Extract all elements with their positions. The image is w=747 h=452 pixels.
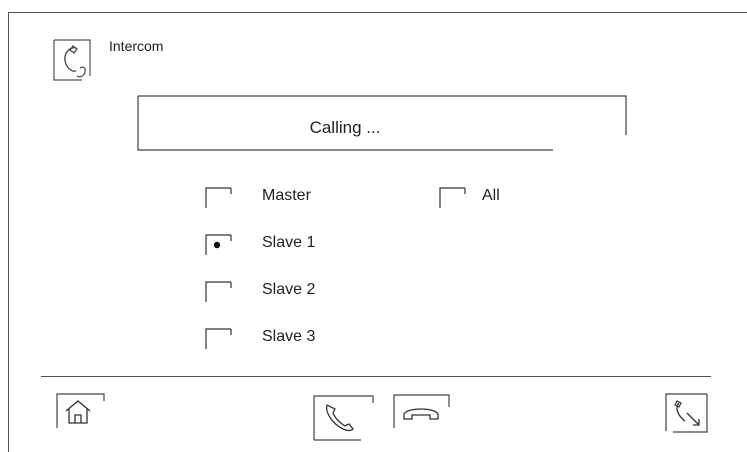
option-label: Master xyxy=(262,187,311,204)
radio-all[interactable] xyxy=(439,186,473,210)
intercom-screen xyxy=(8,12,747,452)
radio-slave-3[interactable] xyxy=(205,327,239,351)
selected-dot-icon xyxy=(213,241,221,249)
option-label: Slave 2 xyxy=(262,281,316,298)
radio-master[interactable] xyxy=(205,186,239,210)
toolbar-divider xyxy=(41,376,711,377)
option-label: Slave 1 xyxy=(262,234,316,251)
radio-slave-2[interactable] xyxy=(205,280,239,304)
option-label: All xyxy=(482,187,500,204)
transfer-call-icon xyxy=(674,400,700,426)
transfer-button[interactable] xyxy=(665,393,711,433)
hang-up-icon xyxy=(403,408,439,420)
call-button[interactable] xyxy=(313,393,375,441)
radio-slave-1[interactable] xyxy=(205,233,239,257)
option-label: Slave 3 xyxy=(262,328,316,345)
home-button[interactable] xyxy=(56,393,106,429)
call-handset-icon xyxy=(325,404,354,432)
page-title: Intercom xyxy=(109,38,164,54)
intercom-handset-icon xyxy=(53,39,91,81)
call-status-text: Calling ... xyxy=(309,118,381,137)
home-icon xyxy=(65,400,91,424)
hang-up-button[interactable] xyxy=(393,393,451,429)
